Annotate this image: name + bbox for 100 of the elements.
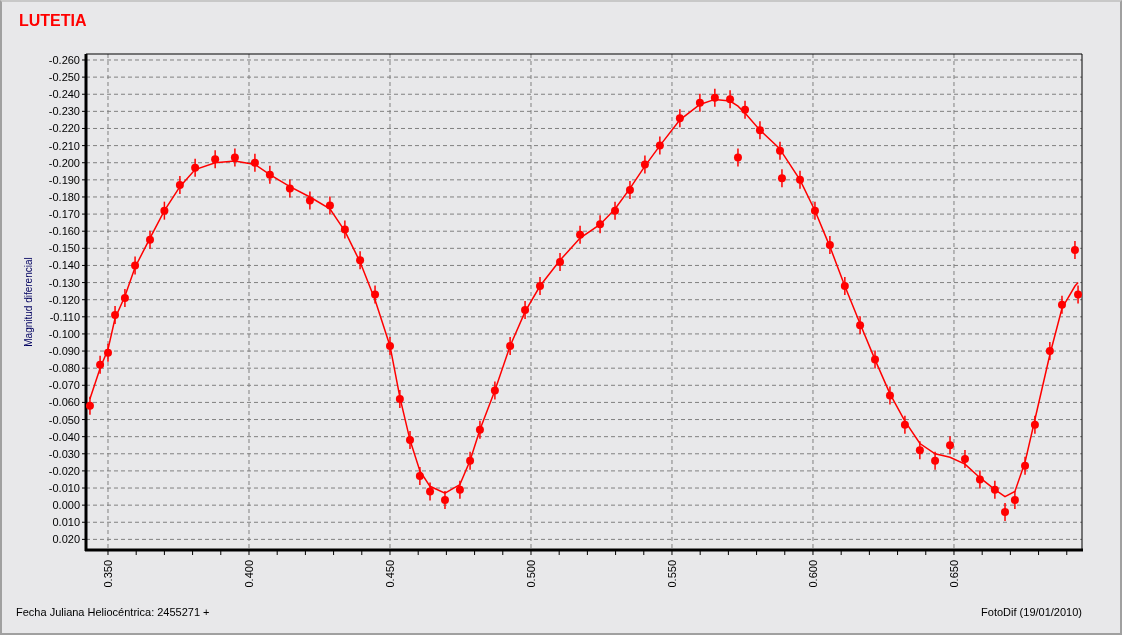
data-point (415, 466, 424, 486)
data-point (160, 200, 169, 221)
data-point (556, 252, 565, 272)
data-point (810, 200, 819, 221)
y-tick-label: -0.060 (48, 396, 80, 409)
data-point (230, 147, 239, 168)
x-tick-label: 0.400 (243, 560, 255, 588)
data-point (1058, 295, 1066, 315)
y-tick-label: -0.080 (48, 362, 80, 375)
data-point (1070, 240, 1079, 260)
y-tick-label: -0.220 (48, 122, 80, 135)
y-tick-label: -0.250 (48, 71, 80, 84)
y-tick-label: -0.140 (48, 259, 80, 272)
y-tick-label: -0.020 (48, 464, 80, 477)
data-point (1010, 490, 1019, 510)
y-tick-label: -0.240 (48, 88, 80, 101)
data-point (733, 147, 742, 168)
data-point (825, 235, 834, 255)
data-point (455, 480, 464, 500)
data-point (946, 435, 955, 455)
y-tick-label: -0.150 (48, 242, 80, 255)
data-point (466, 450, 475, 471)
y-tick-label: -0.200 (48, 156, 80, 169)
data-point (406, 430, 414, 450)
program-credit: FotoDif (19/01/2010) (981, 606, 1082, 618)
x-axis-caption: Fecha Juliana Heliocéntrica: 2455271 + (16, 606, 210, 618)
x-tick-label: 0.600 (807, 560, 819, 588)
data-point (755, 120, 764, 140)
y-tick-label: -0.180 (48, 190, 80, 203)
data-point (340, 219, 349, 240)
data-point (426, 481, 435, 502)
data-point (111, 305, 120, 325)
y-tick-label: 0.000 (52, 499, 80, 512)
data-point (1045, 341, 1054, 361)
data-point (675, 108, 684, 128)
data-point (285, 178, 294, 199)
y-tick-label: -0.050 (48, 413, 80, 426)
y-tick-label: -0.170 (48, 208, 80, 221)
data-point (146, 230, 154, 250)
y-tick-label: -0.120 (48, 293, 80, 306)
data-point (1030, 414, 1039, 435)
data-point (175, 175, 184, 195)
data-point (695, 93, 704, 113)
data-point (325, 195, 334, 216)
data-point (625, 180, 634, 200)
data-point (1021, 456, 1030, 476)
data-point (536, 276, 544, 296)
y-tick-label: 0.010 (52, 516, 80, 529)
data-point (776, 141, 784, 161)
data-point (915, 440, 924, 461)
y-tick-label: -0.160 (48, 225, 80, 238)
data-point (960, 449, 969, 469)
data-point (521, 300, 530, 320)
data-point (726, 89, 735, 110)
y-tick-label: -0.110 (49, 310, 80, 323)
x-tick-label: 0.550 (666, 560, 678, 588)
y-axis-title: Magnitud diferencial (23, 257, 34, 347)
x-tick-label: 0.350 (102, 560, 114, 588)
data-point (395, 389, 404, 409)
data-point (475, 420, 484, 440)
data-point (191, 158, 200, 178)
y-tick-label: -0.030 (48, 447, 80, 460)
data-point (640, 154, 649, 175)
data-point (871, 349, 879, 370)
data-point (741, 99, 749, 120)
data-point (885, 385, 894, 406)
data-point (576, 224, 585, 245)
y-tick-label: -0.010 (48, 482, 80, 494)
y-tick-label: -0.210 (48, 139, 80, 152)
data-point (611, 200, 619, 221)
data-point (655, 135, 664, 156)
x-tick-label: 0.450 (384, 560, 396, 588)
data-point (96, 355, 105, 375)
data-point (900, 414, 909, 435)
data-point (490, 380, 499, 401)
data-point (441, 490, 449, 510)
window-title: LUTETIA (18, 11, 88, 31)
data-point (506, 336, 515, 356)
data-point (840, 276, 849, 296)
y-tick-label: -0.130 (48, 276, 80, 289)
data-point (777, 168, 786, 188)
data-point (975, 469, 984, 490)
data-point (250, 152, 259, 173)
data-point (120, 288, 129, 308)
data-point (710, 87, 719, 108)
data-point (990, 480, 999, 500)
y-tick-label: 0.020 (52, 533, 80, 546)
y-tick-label: -0.260 (48, 54, 80, 66)
y-tick-label: -0.040 (48, 430, 80, 443)
x-tick-label: 0.500 (525, 560, 537, 588)
data-point (1074, 284, 1083, 305)
data-point (305, 190, 314, 211)
data-point (371, 284, 380, 305)
data-point (596, 214, 605, 235)
y-tick-label: -0.090 (48, 345, 80, 358)
data-point (211, 149, 220, 170)
data-point (85, 396, 94, 416)
y-tick-label: -0.100 (48, 327, 80, 340)
data-point (131, 255, 140, 276)
data-point (796, 170, 804, 190)
